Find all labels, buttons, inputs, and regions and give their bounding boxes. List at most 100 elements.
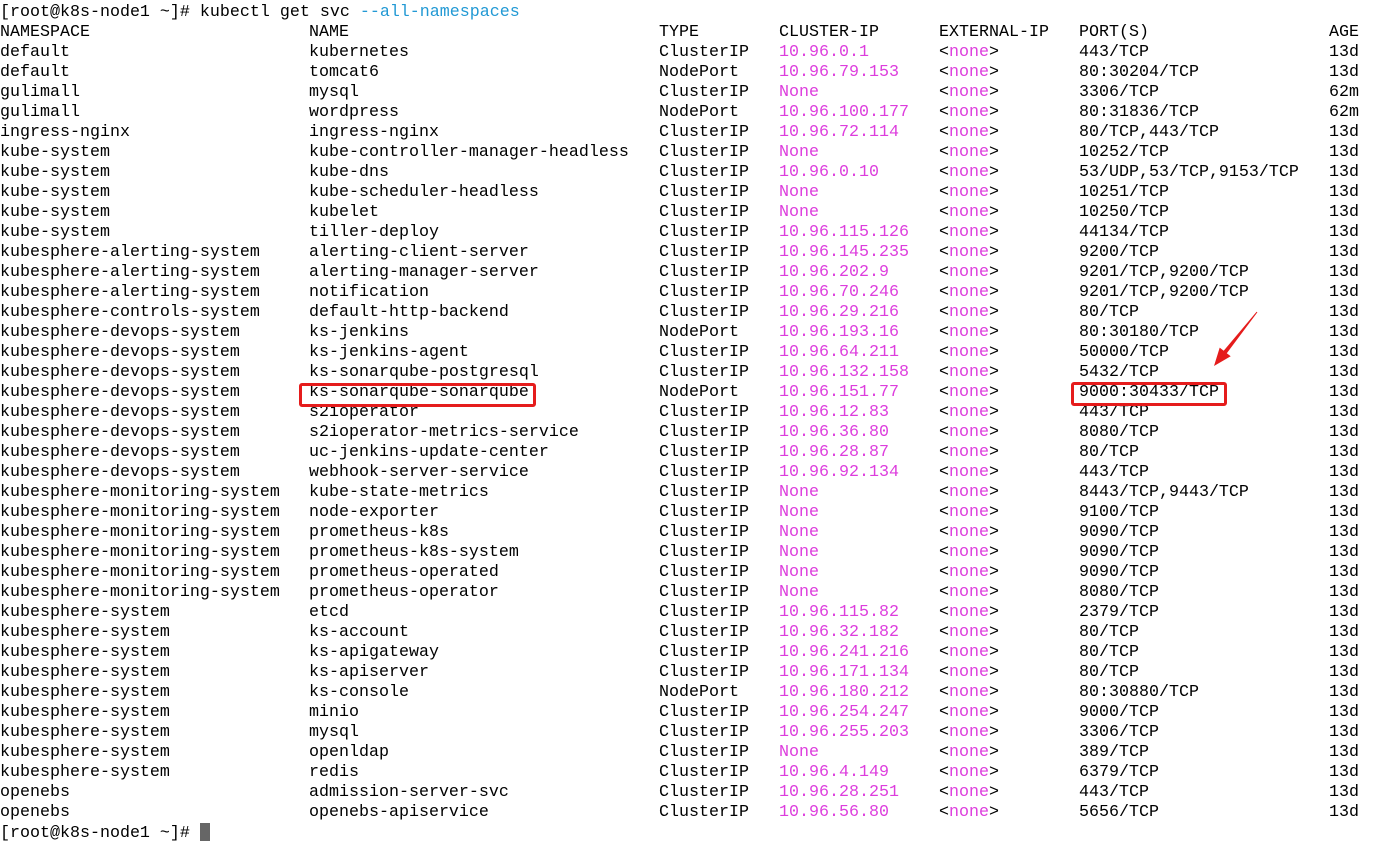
cell-type: ClusterIP <box>659 723 749 742</box>
cell-name: kube-controller-manager-headless <box>309 143 629 162</box>
cell-type: NodePort <box>659 383 739 402</box>
cell-age: 13d <box>1329 243 1359 262</box>
cell-name: tiller-deploy <box>309 223 439 242</box>
external-ip-keyword-highlight: none <box>949 523 989 542</box>
cell-external-ip: <none> <box>939 83 999 102</box>
cell-namespace: kubesphere-monitoring-system <box>0 483 280 502</box>
cell-name: admission-server-svc <box>309 783 509 802</box>
cell-cluster-ip: 10.96.28.87 <box>779 443 889 462</box>
cell-name: openebs-apiservice <box>309 803 489 822</box>
cell-namespace: kubesphere-system <box>0 663 170 682</box>
external-ip-keyword-highlight: none <box>949 403 989 422</box>
external-ip-keyword-highlight: none <box>949 763 989 782</box>
cell-type: ClusterIP <box>659 563 749 582</box>
cell-external-ip: <none> <box>939 383 999 402</box>
cell-ports: 80/TCP <box>1079 443 1139 462</box>
cell-namespace: kube-system <box>0 223 110 242</box>
service-row: ingress-nginx ingress-nginx ClusterIP 10… <box>0 123 1379 143</box>
service-row: kube-system kube-controller-manager-head… <box>0 143 1379 163</box>
cell-namespace: kubesphere-alerting-system <box>0 263 260 282</box>
service-row: gulimall wordpress NodePort 10.96.100.17… <box>0 103 1379 123</box>
cell-ports: 80:30204/TCP <box>1079 63 1199 82</box>
cell-external-ip: <none> <box>939 563 999 582</box>
external-ip-keyword-highlight: none <box>949 43 989 62</box>
cell-ports: 44134/TCP <box>1079 223 1169 242</box>
cell-external-ip: <none> <box>939 63 999 82</box>
cell-name: ks-apiserver <box>309 663 429 682</box>
terminal-window[interactable]: [root@k8s-node1 ~]# kubectl get svc --all-… <box>0 0 1379 854</box>
cell-type: ClusterIP <box>659 423 749 442</box>
external-ip-keyword-highlight: none <box>949 323 989 342</box>
cell-age: 13d <box>1329 703 1359 722</box>
service-row: kube-system kube-dns ClusterIP 10.96.0.1… <box>0 163 1379 183</box>
service-row: kubesphere-devops-system s2ioperator Clu… <box>0 403 1379 423</box>
cell-cluster-ip: 10.96.202.9 <box>779 263 889 282</box>
service-row: default kubernetes ClusterIP 10.96.0.1 <… <box>0 43 1379 63</box>
cell-namespace: kubesphere-controls-system <box>0 303 260 322</box>
cell-ports: 80:30880/TCP <box>1079 683 1199 702</box>
service-row: kubesphere-alerting-system alerting-mana… <box>0 263 1379 283</box>
external-ip-keyword-highlight: none <box>949 423 989 442</box>
cell-cluster-ip: 10.96.132.158 <box>779 363 909 382</box>
cell-external-ip: <none> <box>939 423 999 442</box>
cell-cluster-ip: 10.96.115.126 <box>779 223 909 242</box>
cell-external-ip: <none> <box>939 463 999 482</box>
cell-age: 13d <box>1329 543 1359 562</box>
cell-namespace: kubesphere-devops-system <box>0 343 240 362</box>
cell-age: 13d <box>1329 563 1359 582</box>
cell-type: ClusterIP <box>659 343 749 362</box>
cell-ports: 80:30180/TCP <box>1079 323 1199 342</box>
cell-name: node-exporter <box>309 503 439 522</box>
cell-name: alerting-manager-server <box>309 263 539 282</box>
cell-external-ip: <none> <box>939 683 999 702</box>
input-prompt-line[interactable]: [root@k8s-node1 ~]# <box>0 823 1379 843</box>
cell-age: 13d <box>1329 303 1359 322</box>
cell-type: ClusterIP <box>659 223 749 242</box>
external-ip-keyword-highlight: none <box>949 343 989 362</box>
cell-ports: 9090/TCP <box>1079 523 1159 542</box>
cell-age: 13d <box>1329 403 1359 422</box>
cell-name: alerting-client-server <box>309 243 529 262</box>
cell-external-ip: <none> <box>939 743 999 762</box>
cell-ports: 9090/TCP <box>1079 563 1159 582</box>
cell-name: kubernetes <box>309 43 409 62</box>
header-name: NAME <box>309 23 349 42</box>
cell-cluster-ip: 10.96.171.134 <box>779 663 909 682</box>
cell-age: 13d <box>1329 43 1359 62</box>
cell-type: ClusterIP <box>659 463 749 482</box>
cell-type: ClusterIP <box>659 443 749 462</box>
cell-ports: 8080/TCP <box>1079 583 1159 602</box>
header-external-ip: EXTERNAL-IP <box>939 23 1049 42</box>
cell-cluster-ip: None <box>779 583 819 602</box>
cell-ports: 10250/TCP <box>1079 203 1169 222</box>
cell-external-ip: <none> <box>939 703 999 722</box>
cell-ports: 80/TCP <box>1079 663 1139 682</box>
cell-cluster-ip: 10.96.92.134 <box>779 463 899 482</box>
cell-external-ip: <none> <box>939 483 999 502</box>
service-row: kubesphere-devops-system ks-sonarqube-po… <box>0 363 1379 383</box>
service-row: kubesphere-system etcd ClusterIP 10.96.1… <box>0 603 1379 623</box>
cell-age: 13d <box>1329 63 1359 82</box>
cell-namespace: kube-system <box>0 203 110 222</box>
cell-age: 13d <box>1329 183 1359 202</box>
cell-type: ClusterIP <box>659 703 749 722</box>
cell-external-ip: <none> <box>939 283 999 302</box>
cell-age: 62m <box>1329 83 1359 102</box>
cell-namespace: kubesphere-system <box>0 623 170 642</box>
cell-name: prometheus-k8s-system <box>309 543 519 562</box>
cell-cluster-ip: 10.96.180.212 <box>779 683 909 702</box>
cell-name: ks-jenkins-agent <box>309 343 469 362</box>
service-row: kube-system tiller-deploy ClusterIP 10.9… <box>0 223 1379 243</box>
external-ip-keyword-highlight: none <box>949 463 989 482</box>
external-ip-keyword-highlight: none <box>949 803 989 822</box>
cell-namespace: kubesphere-monitoring-system <box>0 583 280 602</box>
cell-external-ip: <none> <box>939 603 999 622</box>
cell-type: NodePort <box>659 63 739 82</box>
cell-age: 13d <box>1329 343 1359 362</box>
cell-ports: 2379/TCP <box>1079 603 1159 622</box>
cell-ports: 5656/TCP <box>1079 803 1159 822</box>
cell-type: ClusterIP <box>659 783 749 802</box>
cell-ports: 9100/TCP <box>1079 503 1159 522</box>
cell-cluster-ip: None <box>779 563 819 582</box>
external-ip-keyword-highlight: none <box>949 63 989 82</box>
